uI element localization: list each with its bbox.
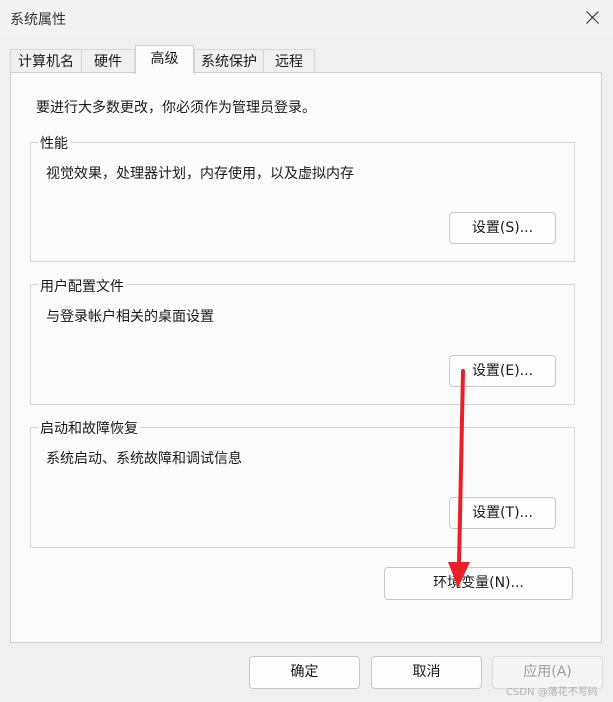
watermark: CSDN @落花不写码 — [506, 687, 598, 698]
performance-description: 视觉效果，处理器计划，内存使用，以及虚拟内存 — [46, 166, 354, 182]
tab-hardware[interactable]: 硬件 — [81, 49, 135, 73]
window-title: 系统属性 — [10, 12, 66, 28]
startup-recovery-label: 启动和故障恢复 — [38, 418, 140, 438]
startup-recovery-settings-button[interactable]: 设置(T)... — [449, 497, 556, 529]
cancel-button[interactable]: 取消 — [371, 656, 482, 689]
performance-label: 性能 — [38, 133, 70, 153]
startup-recovery-group — [30, 427, 575, 548]
user-profiles-settings-button[interactable]: 设置(E)... — [449, 355, 556, 387]
user-profiles-label: 用户配置文件 — [38, 276, 126, 296]
ok-button[interactable]: 确定 — [249, 656, 360, 689]
performance-group — [30, 142, 575, 262]
tab-system-protection[interactable]: 系统保护 — [194, 49, 264, 73]
startup-recovery-description: 系统启动、系统故障和调试信息 — [46, 451, 242, 467]
title-bar: 系统属性 — [0, 0, 613, 36]
tab-remote[interactable]: 远程 — [263, 49, 315, 73]
admin-notice: 要进行大多数更改，你必须作为管理员登录。 — [36, 100, 316, 116]
close-icon[interactable] — [574, 4, 610, 32]
environment-variables-button[interactable]: 环境变量(N)... — [384, 567, 573, 600]
tab-advanced[interactable]: 高级 — [135, 45, 194, 74]
performance-settings-button[interactable]: 设置(S)... — [449, 212, 556, 244]
user-profiles-description: 与登录帐户相关的桌面设置 — [46, 309, 214, 325]
tab-computer-name[interactable]: 计算机名 — [10, 49, 82, 73]
